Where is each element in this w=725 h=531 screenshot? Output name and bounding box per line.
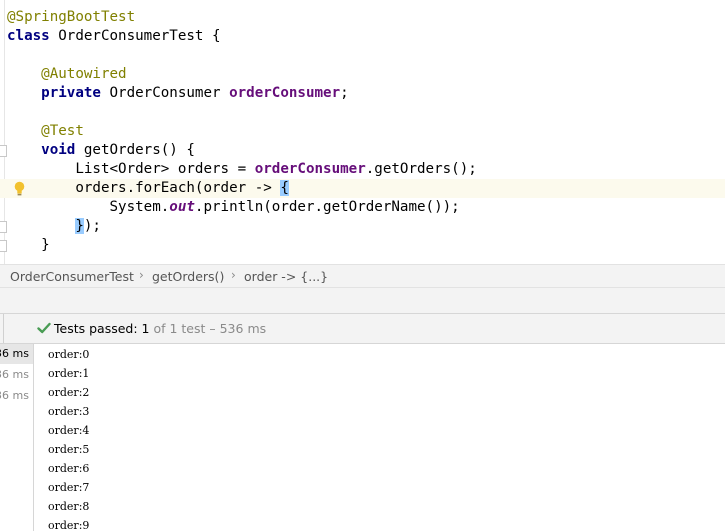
- code-line-2[interactable]: class OrderConsumerTest {: [0, 27, 725, 46]
- check-icon: [37, 322, 51, 334]
- console-line: order:1: [48, 367, 90, 380]
- code-text: }: [41, 237, 50, 253]
- code-line-10-current[interactable]: orders.forEach(order -> {: [0, 179, 725, 198]
- keyword: void: [41, 142, 76, 158]
- scrollbar[interactable]: [717, 344, 725, 531]
- code-line-4[interactable]: @Autowired: [0, 65, 725, 84]
- code-line-1[interactable]: @SpringBootTest: [0, 8, 725, 27]
- code-text: OrderConsumer: [100, 85, 230, 101]
- console-line: order:2: [48, 386, 90, 399]
- console-line: order:5: [48, 443, 90, 456]
- static-field: out: [169, 199, 195, 215]
- code-line-8[interactable]: void getOrders() {: [0, 141, 725, 160]
- code-text: );: [83, 218, 101, 234]
- breadcrumb-item[interactable]: order -> {...}: [244, 269, 328, 284]
- test-tree-row[interactable]: 36 ms: [0, 365, 33, 385]
- annotation: @Autowired: [41, 66, 127, 82]
- code-text: System.: [109, 199, 170, 215]
- matched-brace: }: [75, 218, 84, 234]
- console-line: order:7: [48, 481, 90, 494]
- console-line: order:9: [48, 519, 90, 531]
- test-results-panel: 36 ms 36 ms 36 ms order:0 order:1 order:…: [0, 344, 725, 531]
- field-name: orderConsumer: [254, 161, 366, 177]
- breadcrumb-item[interactable]: OrderConsumerTest: [10, 269, 134, 284]
- divider: [0, 314, 4, 343]
- duration-label: 36 ms: [0, 389, 29, 402]
- panel-toolbar: [0, 288, 725, 314]
- code-line-12[interactable]: });: [0, 217, 725, 236]
- console-line: order:6: [48, 462, 90, 475]
- code-text: orders.forEach(order ->: [75, 180, 281, 196]
- code-text: List<Order> orders =: [75, 161, 255, 177]
- code-text: .println(order.getOrderName());: [194, 199, 460, 215]
- code-line-5[interactable]: private OrderConsumer orderConsumer;: [0, 84, 725, 103]
- annotation: @Test: [41, 123, 84, 139]
- console-line: order:4: [48, 424, 90, 437]
- keyword: class: [7, 28, 50, 44]
- code-text: ;: [340, 85, 349, 101]
- code-text: getOrders() {: [75, 142, 195, 158]
- test-status-bar: Tests passed: 1 of 1 test – 536 ms: [0, 314, 725, 344]
- status-prefix: Tests passed:: [54, 321, 142, 336]
- keyword: private: [41, 85, 101, 101]
- tests-passed-label: Tests passed: 1 of 1 test – 536 ms: [54, 321, 266, 336]
- code-line-9[interactable]: List<Order> orders = orderConsumer.getOr…: [0, 160, 725, 179]
- code-text: .getOrders();: [365, 161, 477, 177]
- chevron-right-icon: ›: [139, 268, 144, 282]
- annotation: @SpringBootTest: [7, 9, 136, 25]
- console-line: order:3: [48, 405, 90, 418]
- console-line: order:8: [48, 500, 90, 513]
- field-name: orderConsumer: [229, 85, 341, 101]
- matched-brace: {: [280, 180, 289, 196]
- console-line: order:0: [48, 348, 90, 361]
- status-suffix: of 1 test – 536 ms: [149, 321, 267, 336]
- breadcrumb-item[interactable]: getOrders(): [152, 269, 224, 284]
- code-line-13[interactable]: }: [0, 236, 725, 255]
- test-tree-row[interactable]: 36 ms: [0, 386, 33, 406]
- duration-label: 36 ms: [0, 368, 29, 381]
- test-tree-row[interactable]: 36 ms: [0, 344, 33, 364]
- code-line-11[interactable]: System.out.println(order.getOrderName())…: [0, 198, 725, 217]
- console-output[interactable]: order:0 order:1 order:2 order:3 order:4 …: [48, 344, 718, 531]
- chevron-right-icon: ›: [231, 268, 236, 282]
- duration-label: 36 ms: [0, 347, 29, 360]
- code-line-7[interactable]: @Test: [0, 122, 725, 141]
- test-tree[interactable]: 36 ms 36 ms 36 ms: [0, 344, 34, 531]
- code-editor[interactable]: @SpringBootTest class OrderConsumerTest …: [0, 0, 725, 264]
- breadcrumb: OrderConsumerTest › getOrders() › order …: [0, 264, 725, 288]
- code-text: OrderConsumerTest {: [49, 28, 221, 44]
